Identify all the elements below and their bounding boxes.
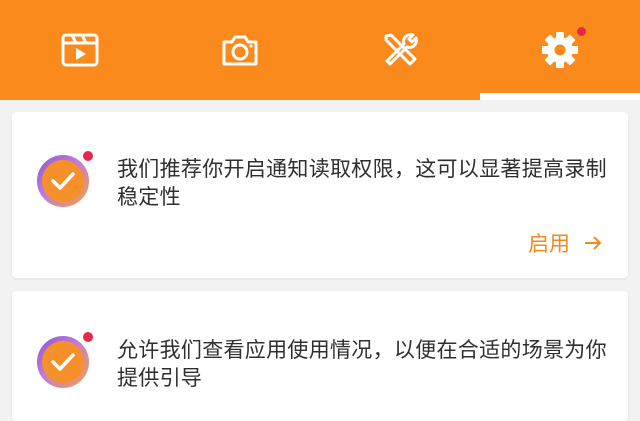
enable-button-label: 启用 bbox=[528, 232, 570, 256]
check-badge-icon bbox=[37, 150, 94, 207]
permission-card-usage: 允许我们查看应用使用情况，以便在合适的场景为你提供引导 bbox=[12, 291, 628, 421]
tab-tools[interactable] bbox=[320, 0, 480, 100]
active-tab-indicator bbox=[480, 93, 640, 100]
tab-settings[interactable] bbox=[480, 0, 640, 100]
gear-icon bbox=[542, 32, 578, 68]
check-badge-icon bbox=[37, 331, 94, 388]
permission-message: 允许我们查看应用使用情况，以便在合适的场景为你提供引导 bbox=[117, 338, 607, 390]
camera-icon bbox=[222, 35, 258, 66]
permission-message: 我们推荐你开启通知读取权限，这可以显著提高录制稳定性 bbox=[117, 157, 607, 209]
tab-video[interactable] bbox=[0, 0, 160, 100]
permission-card-notification: 我们推荐你开启通知读取权限，这可以显著提高录制稳定性 启用 bbox=[12, 112, 628, 278]
tools-icon bbox=[384, 33, 418, 66]
notification-dot bbox=[577, 27, 586, 36]
enable-button[interactable]: 启用 bbox=[528, 228, 602, 258]
tab-camera[interactable] bbox=[160, 0, 320, 100]
top-tab-bar bbox=[0, 0, 640, 100]
arrow-right-icon bbox=[585, 236, 602, 250]
notification-dot bbox=[82, 331, 94, 343]
video-icon bbox=[61, 33, 99, 67]
notification-dot bbox=[82, 150, 94, 162]
